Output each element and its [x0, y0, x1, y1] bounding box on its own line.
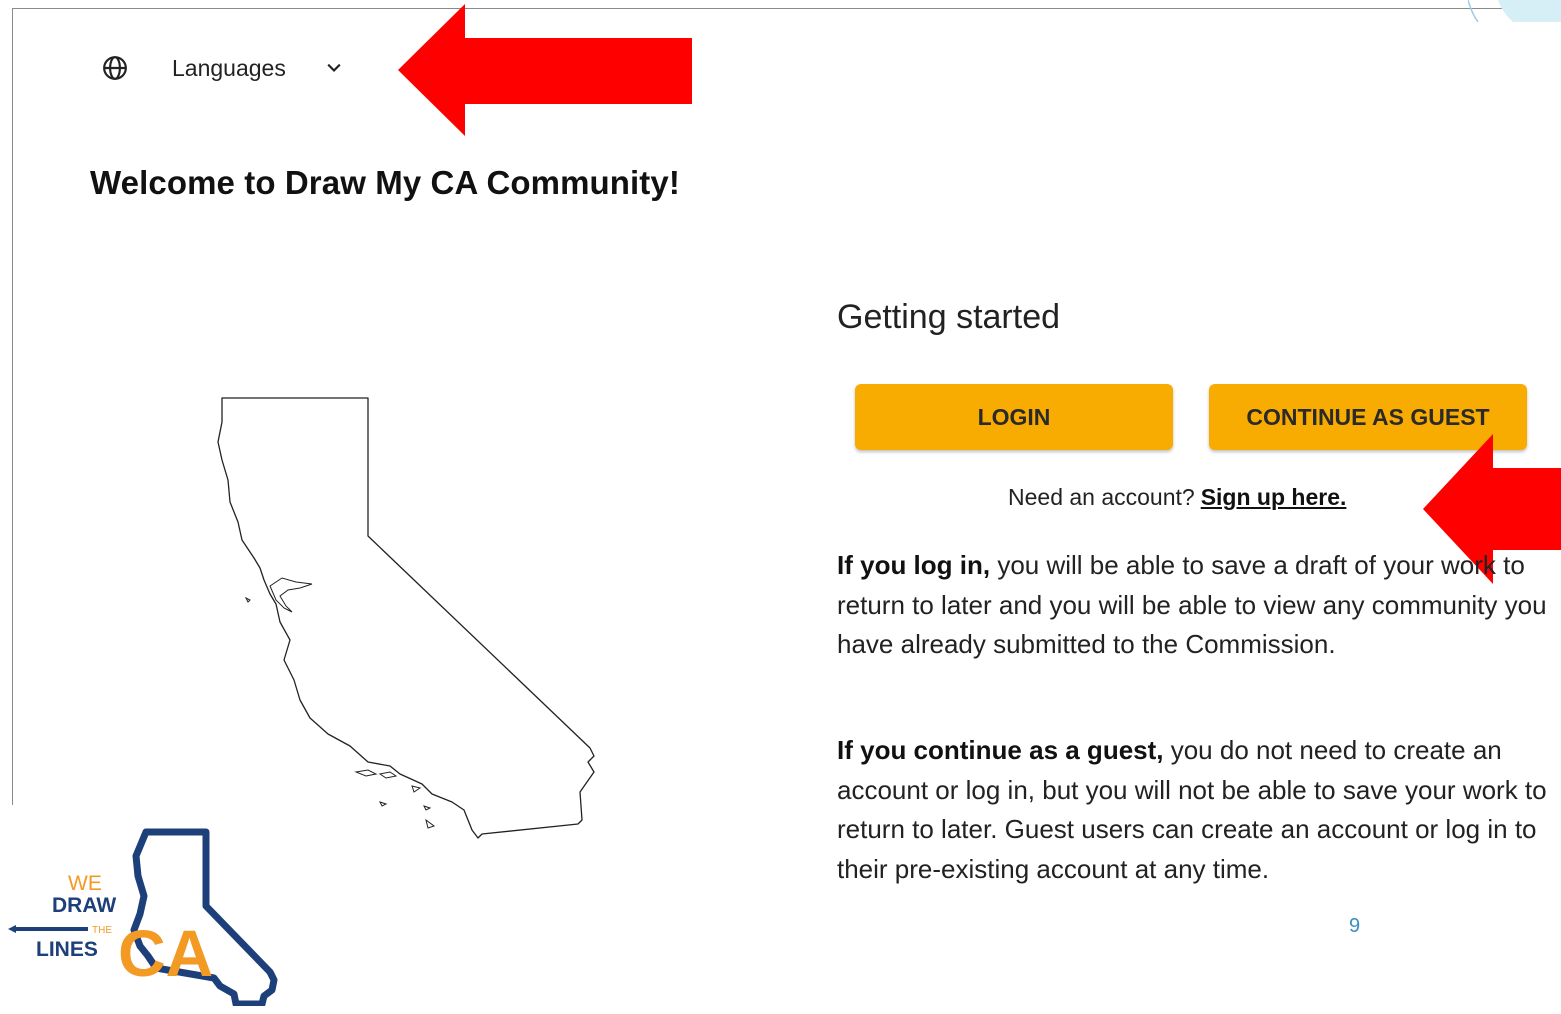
logo-ca-text: CA: [118, 916, 213, 990]
we-draw-the-lines-ca-logo: WE DRAW THE LINES CA: [8, 828, 278, 1006]
california-map: [217, 397, 595, 839]
logo-we-text: WE: [68, 872, 102, 895]
page-title: Welcome to Draw My CA Community!: [90, 164, 680, 201]
chevron-down-icon: [327, 63, 341, 73]
need-account-text: Need an account?: [1008, 484, 1195, 510]
login-info-paragraph: If you log in, you will be able to save …: [837, 546, 1547, 665]
corner-decoration: [1468, 0, 1561, 22]
logo-the-text: THE: [92, 925, 112, 936]
logo-lines-text: LINES: [36, 938, 98, 961]
languages-label: Languages: [172, 54, 286, 81]
page-number: 9: [1349, 915, 1361, 937]
guest-info-paragraph: If you continue as a guest, you do not n…: [837, 731, 1547, 889]
red-arrow-annotation-languages: [398, 4, 692, 136]
logo-draw-text: DRAW: [52, 894, 116, 917]
languages-dropdown[interactable]: Languages: [102, 48, 344, 88]
signup-prompt: Need an account? Sign up here.: [1008, 484, 1346, 511]
getting-started-heading: Getting started: [837, 298, 1061, 336]
login-button[interactable]: LOGIN: [855, 384, 1173, 450]
signup-link[interactable]: Sign up here.: [1201, 484, 1347, 510]
login-info-lead: If you log in,: [837, 550, 991, 580]
guest-info-lead: If you continue as a guest,: [837, 735, 1164, 765]
globe-icon: [103, 56, 127, 80]
